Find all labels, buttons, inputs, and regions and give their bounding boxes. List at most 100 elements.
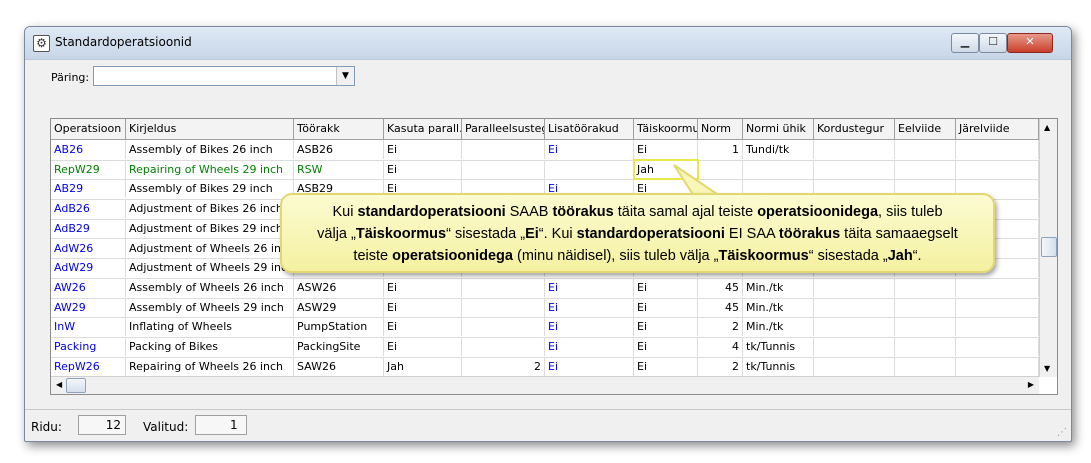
- table-cell[interactable]: [895, 277, 956, 297]
- scroll-down-icon[interactable]: ▼: [1044, 364, 1050, 373]
- table-cell[interactable]: Ei: [384, 317, 462, 337]
- table-cell[interactable]: [814, 337, 895, 356]
- table-cell[interactable]: AdW26: [51, 238, 126, 258]
- table-cell[interactable]: Repairing of Wheels 26 inch: [126, 356, 294, 376]
- table-row[interactable]: RepW26 Repairing of Wheels 26 inch SAW26 Ja…: [51, 356, 1039, 378]
- table-row[interactable]: AW29 Assembly of Wheels 29 inch ASW29 Ei Ei E…: [51, 297, 1039, 319]
- scroll-up-icon[interactable]: ▲: [1044, 123, 1050, 132]
- table-cell[interactable]: ASW29: [294, 297, 384, 317]
- table-cell[interactable]: Ei: [634, 140, 698, 159]
- table-cell[interactable]: [895, 337, 956, 356]
- table-cell[interactable]: Min./tk: [743, 277, 814, 297]
- table-cell[interactable]: [814, 277, 895, 297]
- table-cell[interactable]: AdW29: [51, 258, 126, 278]
- table-row[interactable]: AB26 Assembly of Bikes 26 inch ASB26 Ei Ei Ei…: [51, 140, 1039, 161]
- close-button[interactable]: ✕: [1007, 33, 1053, 53]
- table-cell[interactable]: RSW: [294, 159, 384, 179]
- query-dropdown[interactable]: ▼: [93, 66, 355, 86]
- table-cell[interactable]: [956, 159, 1039, 179]
- table-cell[interactable]: 45: [698, 277, 743, 297]
- table-cell[interactable]: Min./tk: [743, 297, 814, 317]
- table-cell[interactable]: tk/Tunnis: [743, 337, 814, 356]
- table-cell[interactable]: [462, 337, 545, 356]
- table-row[interactable]: AW26 Assembly of Wheels 26 inch ASW26 Ei Ei E…: [51, 277, 1039, 299]
- table-cell[interactable]: Ei: [545, 140, 634, 159]
- table-cell[interactable]: Packing of Bikes: [126, 337, 294, 356]
- column-header[interactable]: Operatsioon: [51, 119, 126, 139]
- table-cell[interactable]: Packing: [51, 337, 126, 356]
- table-cell[interactable]: 2: [698, 317, 743, 337]
- maximize-button[interactable]: ☐: [979, 33, 1007, 53]
- table-cell[interactable]: Ei: [545, 337, 634, 356]
- vertical-scroll-thumb[interactable]: [1041, 237, 1057, 257]
- table-cell[interactable]: InW: [51, 317, 126, 337]
- table-cell[interactable]: Ei: [384, 297, 462, 317]
- chevron-down-icon[interactable]: ▼: [336, 67, 354, 85]
- table-cell[interactable]: Ei: [634, 337, 698, 356]
- table-cell[interactable]: [545, 159, 634, 179]
- table-cell[interactable]: [895, 140, 956, 159]
- column-header[interactable]: Norm: [698, 119, 743, 139]
- table-cell[interactable]: Ei: [384, 159, 462, 179]
- column-header[interactable]: Paralleelsusteg: [462, 119, 545, 139]
- table-cell[interactable]: tk/Tunnis: [743, 356, 814, 376]
- table-cell[interactable]: Adjustment of Wheels 29 inch: [126, 258, 294, 278]
- table-cell[interactable]: Ei: [545, 356, 634, 376]
- minimize-button[interactable]: ▁: [951, 33, 979, 53]
- table-cell[interactable]: Tundi/tk: [743, 140, 814, 159]
- column-header[interactable]: Kirjeldus: [126, 119, 294, 139]
- table-cell[interactable]: AdB29: [51, 218, 126, 238]
- table-cell[interactable]: Ei: [545, 297, 634, 317]
- table-cell[interactable]: Adjustment of Bikes 29 inch: [126, 218, 294, 238]
- table-cell[interactable]: [814, 297, 895, 317]
- table-cell[interactable]: [956, 277, 1039, 297]
- table-cell[interactable]: SAW26: [294, 356, 384, 376]
- table-cell[interactable]: Ei: [384, 337, 462, 356]
- table-cell[interactable]: 4: [698, 337, 743, 356]
- column-header[interactable]: Normi ühik: [743, 119, 814, 139]
- table-cell[interactable]: [956, 297, 1039, 317]
- column-header[interactable]: Kasuta parall.: [384, 119, 462, 139]
- table-cell[interactable]: [956, 356, 1039, 376]
- table-cell[interactable]: Jah: [384, 356, 462, 376]
- table-cell[interactable]: Repairing of Wheels 29 inch: [126, 159, 294, 179]
- table-cell[interactable]: [462, 277, 545, 297]
- table-cell[interactable]: [814, 159, 895, 179]
- resize-grip-icon[interactable]: ⋰: [1057, 427, 1067, 438]
- table-cell[interactable]: AdB26: [51, 199, 126, 219]
- table-cell[interactable]: RepW26: [51, 356, 126, 376]
- table-row[interactable]: InW Inflating of Wheels PumpStation Ei Ei Ei 2…: [51, 317, 1039, 338]
- table-cell[interactable]: AW29: [51, 297, 126, 317]
- table-cell[interactable]: [956, 140, 1039, 159]
- table-cell[interactable]: Ei: [634, 297, 698, 317]
- table-cell[interactable]: Adjustment of Bikes 26 inch: [126, 199, 294, 219]
- vertical-scrollbar[interactable]: ▲ ▼: [1039, 119, 1057, 377]
- table-cell[interactable]: 45: [698, 297, 743, 317]
- table-cell[interactable]: Ei: [384, 140, 462, 159]
- table-cell[interactable]: [956, 337, 1039, 356]
- scroll-right-icon[interactable]: ▶: [1028, 380, 1034, 389]
- table-cell[interactable]: Assembly of Bikes 29 inch: [126, 179, 294, 199]
- table-cell[interactable]: AB29: [51, 179, 126, 199]
- table-cell[interactable]: [462, 297, 545, 317]
- table-row[interactable]: Packing Packing of Bikes PackingSite Ei Ei Ei…: [51, 337, 1039, 358]
- table-cell[interactable]: 1: [698, 140, 743, 159]
- table-cell[interactable]: PackingSite: [294, 337, 384, 356]
- table-cell[interactable]: [814, 356, 895, 376]
- table-cell[interactable]: Inflating of Wheels: [126, 317, 294, 337]
- column-header[interactable]: Eelviide: [895, 119, 956, 139]
- table-cell[interactable]: AB26: [51, 140, 126, 159]
- table-cell[interactable]: ASW26: [294, 277, 384, 297]
- table-cell[interactable]: Ei: [545, 277, 634, 297]
- scroll-left-icon[interactable]: ◀: [56, 380, 62, 389]
- table-cell[interactable]: Ei: [545, 317, 634, 337]
- table-cell[interactable]: [895, 297, 956, 317]
- table-cell[interactable]: [956, 317, 1039, 337]
- table-cell[interactable]: RepW29: [51, 159, 126, 179]
- table-cell[interactable]: [462, 317, 545, 337]
- horizontal-scrollbar[interactable]: ◀ ▶: [51, 376, 1039, 394]
- table-row[interactable]: RepW29 Repairing of Wheels 29 inch RSW Ei Ja…: [51, 158, 1039, 181]
- table-cell[interactable]: Adjustment of Wheels 26 inch: [126, 238, 294, 258]
- table-cell[interactable]: [462, 140, 545, 159]
- table-cell[interactable]: Ei: [384, 277, 462, 297]
